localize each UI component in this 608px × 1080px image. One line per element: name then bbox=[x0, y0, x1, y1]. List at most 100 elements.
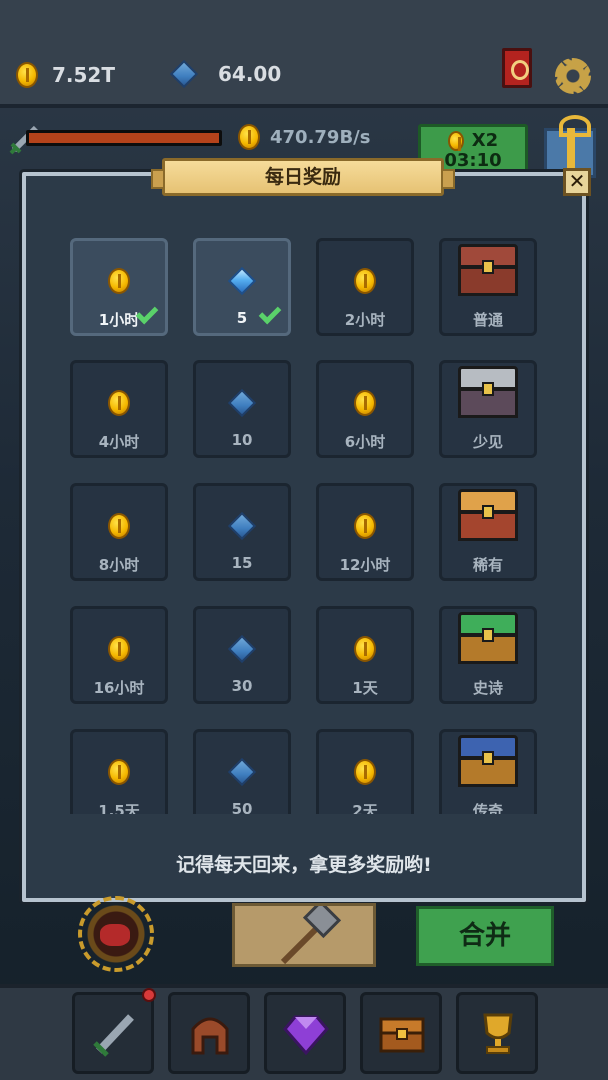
coin-icon bbox=[108, 636, 130, 662]
reward-cell[interactable]: 15 bbox=[193, 483, 291, 581]
reward-cell[interactable]: 30 bbox=[193, 606, 291, 704]
coin-icon bbox=[108, 513, 130, 539]
merge-button[interactable]: 合并 bbox=[416, 906, 554, 966]
reward-icon-wrap bbox=[73, 510, 165, 542]
reward-label: 2天 bbox=[352, 802, 378, 814]
dialog-title: 每日奖励 bbox=[151, 158, 455, 196]
tab-gem[interactable] bbox=[264, 992, 346, 1074]
reward-label: 8小时 bbox=[98, 556, 140, 574]
coin-icon bbox=[354, 390, 376, 416]
gem-amount: 64.00 bbox=[218, 62, 282, 86]
reward-icon-wrap bbox=[196, 633, 288, 665]
dps-rate: 470.79B/s bbox=[270, 126, 371, 148]
tab-sword[interactable] bbox=[72, 992, 154, 1074]
gem-counter: 64.00 bbox=[169, 59, 282, 89]
notification-dot bbox=[142, 988, 156, 1002]
reward-icon-wrap bbox=[442, 735, 534, 788]
reward-cell[interactable]: 6小时 bbox=[316, 360, 414, 458]
reward-icon-wrap bbox=[442, 244, 534, 297]
sword-icon bbox=[93, 1014, 134, 1057]
reward-cell[interactable]: 史诗 bbox=[439, 606, 537, 704]
reward-cell[interactable]: 50 bbox=[193, 729, 291, 814]
reward-cell[interactable]: 1.5天 bbox=[70, 729, 168, 814]
spellbook-icon[interactable] bbox=[502, 48, 532, 88]
gem-icon bbox=[227, 757, 257, 787]
reward-label: 1天 bbox=[352, 679, 378, 697]
reward-label: 少见 bbox=[472, 433, 503, 451]
reward-cell[interactable]: 1小时 bbox=[70, 238, 168, 336]
reward-icon-wrap bbox=[196, 387, 288, 419]
reward-label: 15 bbox=[231, 554, 253, 572]
reward-cell[interactable]: 1天 bbox=[316, 606, 414, 704]
reward-cell[interactable]: 8小时 bbox=[70, 483, 168, 581]
coin-icon bbox=[354, 268, 376, 294]
reward-icon-wrap bbox=[73, 387, 165, 419]
coin-icon bbox=[354, 513, 376, 539]
reward-cell[interactable]: 5 bbox=[193, 238, 291, 336]
reward-icon-wrap bbox=[73, 756, 165, 788]
reward-label: 2小时 bbox=[344, 311, 386, 329]
coin-icon bbox=[447, 131, 464, 151]
tab-helmet[interactable] bbox=[168, 992, 250, 1074]
reward-icon-wrap bbox=[319, 633, 411, 665]
trophy-icon bbox=[483, 1013, 513, 1054]
reward-icon-wrap bbox=[319, 265, 411, 297]
reward-icon-wrap bbox=[442, 366, 534, 419]
skill-meat-icon[interactable] bbox=[78, 896, 154, 972]
reward-label: 1.5天 bbox=[98, 802, 140, 814]
reward-label: 30 bbox=[231, 677, 253, 695]
reward-grid: 1小时 5 2小时 普通 4小时 10 6小时 少见 8小时 15 12小时 稀有 16小时 30 1天 史诗… bbox=[60, 230, 560, 814]
reward-icon-wrap bbox=[196, 265, 288, 297]
reward-icon-wrap bbox=[73, 265, 165, 297]
dps-display: 470.79B/s bbox=[238, 124, 370, 150]
close-button[interactable]: ✕ bbox=[563, 168, 591, 196]
settings-gear-icon[interactable] bbox=[555, 58, 591, 94]
reward-icon-wrap bbox=[73, 633, 165, 665]
gem-icon bbox=[227, 388, 257, 418]
chest-icon bbox=[379, 1017, 425, 1053]
hammer-icon bbox=[280, 899, 342, 965]
dialog-message: 记得每天回来，拿更多奖励哟! bbox=[176, 854, 432, 876]
reward-cell[interactable]: 12小时 bbox=[316, 483, 414, 581]
chest-icon bbox=[458, 489, 518, 543]
chest-icon bbox=[458, 366, 518, 420]
reward-label: 12小时 bbox=[339, 556, 391, 574]
reward-icon-wrap bbox=[442, 612, 534, 665]
reward-label: 稀有 bbox=[472, 556, 503, 574]
reward-cell[interactable]: 稀有 bbox=[439, 483, 537, 581]
reward-icon-wrap bbox=[196, 756, 288, 788]
reward-icon-wrap bbox=[319, 756, 411, 788]
coin-icon bbox=[354, 759, 376, 785]
reward-label: 史诗 bbox=[472, 679, 503, 697]
reward-cell[interactable]: 传奇 bbox=[439, 729, 537, 814]
gem-icon bbox=[169, 59, 199, 89]
chest-icon bbox=[458, 735, 518, 789]
reward-label: 6小时 bbox=[344, 433, 386, 451]
hammer-button[interactable] bbox=[232, 899, 376, 967]
damage-bar bbox=[26, 130, 222, 146]
reward-cell[interactable]: 2天 bbox=[316, 729, 414, 814]
reward-label: 普通 bbox=[472, 311, 503, 329]
reward-icon-wrap bbox=[319, 387, 411, 419]
coin-icon bbox=[238, 124, 260, 150]
reward-label: 传奇 bbox=[472, 802, 503, 814]
gold-counter: 7.52T bbox=[16, 62, 115, 88]
chest-icon bbox=[458, 612, 518, 666]
boost-multiplier: X2 bbox=[471, 130, 499, 151]
reward-cell[interactable]: 16小时 bbox=[70, 606, 168, 704]
reward-label: 50 bbox=[231, 800, 253, 814]
reward-cell[interactable]: 10 bbox=[193, 360, 291, 458]
reward-label: 10 bbox=[231, 431, 253, 449]
chest-icon bbox=[458, 244, 518, 298]
reward-label: 4小时 bbox=[98, 433, 140, 451]
gem-icon bbox=[227, 511, 257, 541]
reward-cell[interactable]: 4小时 bbox=[70, 360, 168, 458]
reward-cell[interactable]: 普通 bbox=[439, 238, 537, 336]
reward-cell[interactable]: 2小时 bbox=[316, 238, 414, 336]
reward-cell[interactable]: 少见 bbox=[439, 360, 537, 458]
tab-chest[interactable] bbox=[360, 992, 442, 1074]
tab-trophy[interactable] bbox=[456, 992, 538, 1074]
coin-icon bbox=[354, 636, 376, 662]
gem-icon bbox=[283, 1015, 329, 1056]
gem-icon bbox=[227, 634, 257, 664]
